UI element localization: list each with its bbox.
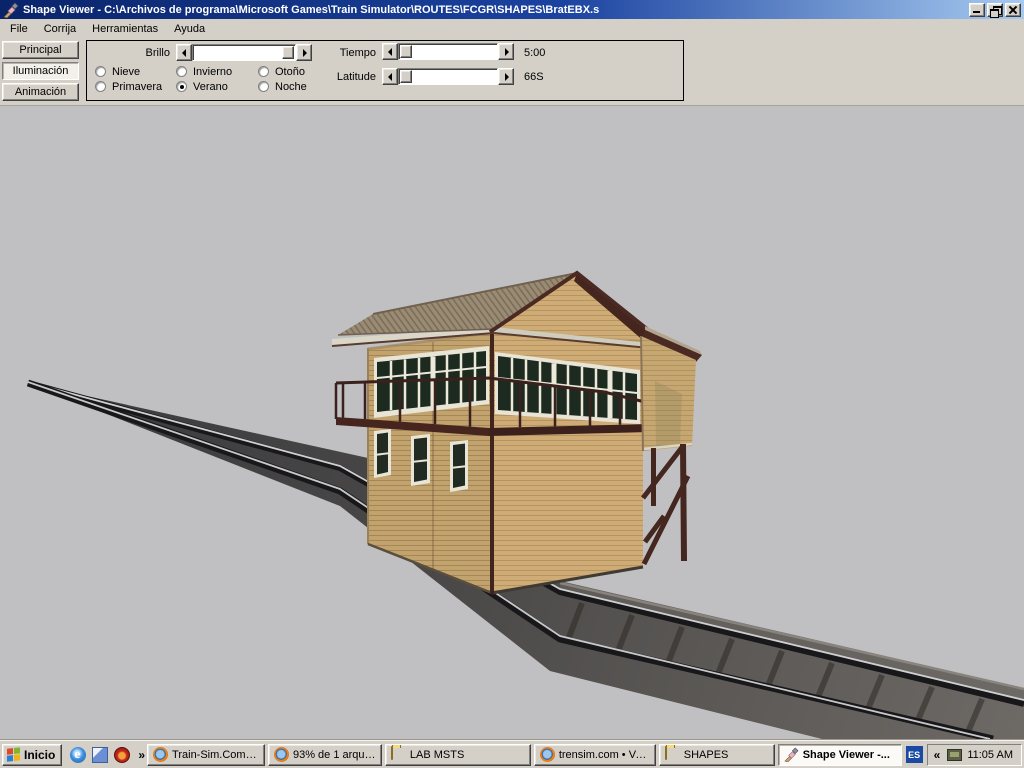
left-arrow-icon	[182, 49, 186, 57]
radio-verano[interactable]	[176, 81, 187, 92]
firefox-icon	[274, 747, 289, 762]
menu-bar: File Corrija Herramientas Ayuda	[0, 19, 1024, 38]
folder-icon	[665, 746, 667, 760]
latitude-track[interactable]	[398, 68, 498, 85]
quick-launch	[70, 747, 130, 763]
radio-invierno[interactable]	[176, 66, 187, 77]
start-button[interactable]: Inicio	[2, 744, 62, 766]
shape-viewer-icon	[784, 747, 799, 762]
tray-chevron[interactable]: «	[932, 748, 943, 762]
time-right-arrow[interactable]	[498, 43, 514, 60]
radio-verano-label: Verano	[193, 81, 228, 93]
brightness-left-arrow[interactable]	[176, 44, 192, 61]
tray-panel: « 11:05 AM	[927, 744, 1022, 766]
3d-scene	[0, 106, 1024, 740]
firefox-icon	[153, 747, 168, 762]
language-indicator[interactable]: ES	[906, 746, 923, 763]
clock: 11:05 AM	[967, 749, 1013, 761]
radio-primavera[interactable]	[95, 81, 106, 92]
folder-icon	[391, 746, 393, 760]
left-arrow-icon	[388, 48, 392, 56]
task-trensim[interactable]: trensim.com • Ve...	[534, 744, 656, 766]
shape-viewer-app-icon	[3, 2, 19, 18]
brightness-right-arrow[interactable]	[296, 44, 312, 61]
latitude-left-arrow[interactable]	[382, 68, 398, 85]
system-tray: ES « 11:05 AM	[906, 744, 1022, 766]
3d-viewport[interactable]	[0, 106, 1024, 740]
menu-corrija[interactable]: Corrija	[36, 21, 84, 37]
taskbar: Inicio » Train-Sim.Com Fi... 93% de 1 ar…	[0, 740, 1024, 768]
firefox-icon	[540, 747, 555, 762]
radio-primavera-label: Primavera	[112, 81, 162, 93]
latitude-label: Latitude	[322, 71, 376, 83]
task-train-sim[interactable]: Train-Sim.Com Fi...	[147, 744, 265, 766]
start-label: Inicio	[24, 748, 55, 762]
tab-principal[interactable]: Principal	[2, 41, 79, 59]
launcher-icon[interactable]	[114, 747, 130, 763]
latitude-value: 66S	[524, 71, 544, 83]
menu-herramientas[interactable]: Herramientas	[84, 21, 166, 37]
window-title: Shape Viewer - C:\Archivos de programa\M…	[23, 4, 965, 16]
time-left-arrow[interactable]	[382, 43, 398, 60]
radio-invierno-label: Invierno	[193, 66, 232, 78]
radio-noche[interactable]	[258, 81, 269, 92]
task-shape-viewer[interactable]: Shape Viewer -...	[778, 744, 902, 766]
radio-nieve[interactable]	[95, 66, 106, 77]
close-button[interactable]	[1005, 3, 1021, 17]
time-slider	[382, 43, 514, 60]
time-label: Tiempo	[328, 47, 376, 59]
menu-ayuda[interactable]: Ayuda	[166, 21, 213, 37]
restore-button[interactable]	[987, 3, 1003, 17]
show-desktop-icon[interactable]	[92, 747, 108, 763]
tab-iluminacion[interactable]: Iluminación	[2, 62, 79, 80]
internet-explorer-icon[interactable]	[70, 747, 86, 763]
quick-launch-overflow-chevron[interactable]: »	[136, 748, 147, 762]
right-arrow-icon	[303, 49, 307, 57]
time-track[interactable]	[398, 43, 498, 60]
task-buttons: Train-Sim.Com Fi... 93% de 1 arquiv... L…	[147, 744, 902, 766]
minimize-button[interactable]	[969, 3, 985, 17]
radio-otono[interactable]	[258, 66, 269, 77]
tab-animacion[interactable]: Animación	[2, 83, 79, 101]
latitude-thumb[interactable]	[400, 70, 412, 83]
title-bar: Shape Viewer - C:\Archivos de programa\M…	[0, 0, 1024, 19]
brightness-track[interactable]	[192, 44, 296, 61]
task-shapes-folder[interactable]: SHAPES	[659, 744, 775, 766]
radio-noche-label: Noche	[275, 81, 307, 93]
brightness-label: Brillo	[108, 47, 170, 59]
right-arrow-icon	[505, 48, 509, 56]
menu-file[interactable]: File	[2, 21, 36, 37]
brightness-slider	[176, 44, 312, 61]
display-tray-icon[interactable]	[947, 749, 962, 761]
desktop: Shape Viewer - C:\Archivos de programa\M…	[0, 0, 1024, 768]
right-arrow-icon	[505, 73, 509, 81]
brightness-thumb[interactable]	[282, 46, 294, 59]
left-arrow-icon	[388, 73, 392, 81]
latitude-right-arrow[interactable]	[498, 68, 514, 85]
windows-logo-icon	[7, 747, 21, 762]
toolbar: Principal Iluminación Animación Brillo N…	[0, 38, 1024, 106]
radio-nieve-label: Nieve	[112, 66, 140, 78]
latitude-slider	[382, 68, 514, 85]
time-thumb[interactable]	[400, 45, 412, 58]
radio-otono-label: Otoño	[275, 66, 305, 78]
time-value: 5:00	[524, 47, 545, 59]
task-lab-msts-folder[interactable]: LAB MSTS	[385, 744, 531, 766]
task-download[interactable]: 93% de 1 arquiv...	[268, 744, 382, 766]
